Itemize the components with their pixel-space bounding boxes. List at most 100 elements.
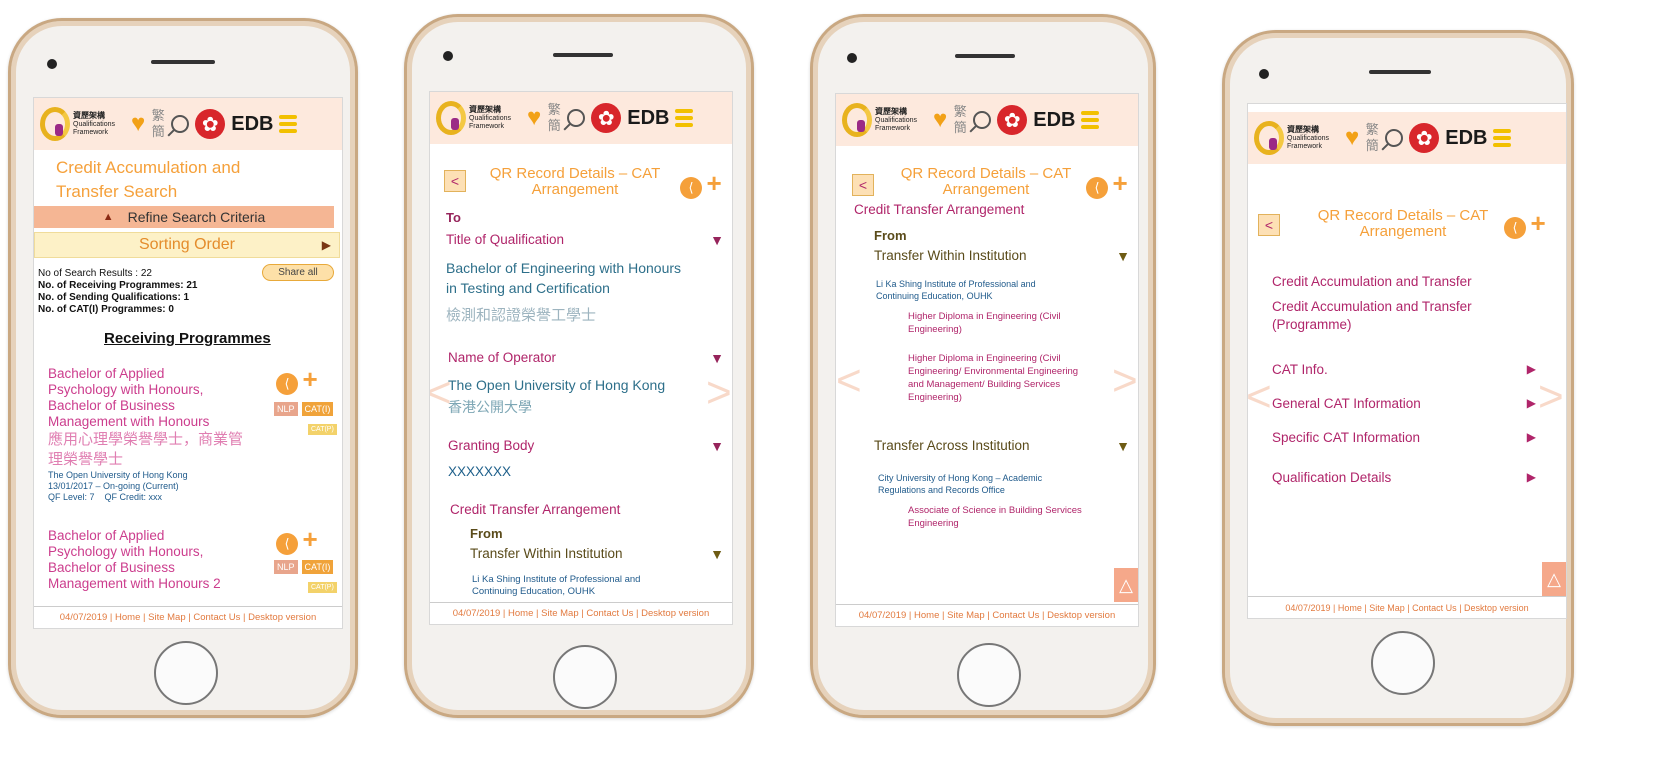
hamburger-menu-icon[interactable] bbox=[675, 109, 694, 127]
chevron-down-icon[interactable]: ▼ bbox=[710, 350, 724, 366]
app-header: 資歷架構 Qualifications Framework ♥ 繁簡 ✿ EDB bbox=[430, 92, 732, 144]
lang-trad-link[interactable]: 繁 bbox=[1366, 122, 1379, 137]
back-button[interactable]: < bbox=[444, 170, 466, 192]
footer-desktop-link[interactable]: Desktop version bbox=[641, 608, 709, 619]
next-arrow-icon[interactable]: > bbox=[1538, 372, 1564, 422]
search-icon[interactable] bbox=[973, 111, 992, 129]
stat-results: No of Search Results : 22 bbox=[38, 268, 152, 279]
share-icon[interactable]: ⟨ bbox=[1086, 177, 1108, 199]
transfer-within-label: Transfer Within Institution bbox=[470, 546, 623, 561]
prev-arrow-icon[interactable]: < bbox=[1248, 372, 1272, 422]
footer-contact-link[interactable]: Contact Us bbox=[1412, 603, 1457, 613]
menu-item-cat-info[interactable]: CAT Info. ▶ bbox=[1272, 362, 1536, 377]
prev-arrow-icon[interactable]: < bbox=[836, 356, 862, 406]
back-button[interactable]: < bbox=[1258, 214, 1280, 236]
share-icon[interactable]: ⟨ bbox=[1504, 217, 1526, 239]
result-item-1[interactable]: Bachelor of Applied Psychology with Hono… bbox=[48, 366, 278, 503]
edb-label[interactable]: EDB bbox=[231, 113, 273, 136]
home-button[interactable] bbox=[154, 641, 218, 705]
footer-home-link[interactable]: Home bbox=[914, 610, 939, 621]
qf-logo[interactable]: 資歷架構 Qualifications Framework bbox=[1254, 121, 1339, 155]
search-icon[interactable] bbox=[567, 109, 586, 127]
home-button[interactable] bbox=[553, 645, 617, 709]
favourite-heart-icon[interactable]: ♥ bbox=[933, 108, 947, 132]
qf-logo[interactable]: 資歷架構 Qualifications Framework bbox=[40, 107, 125, 141]
hamburger-menu-icon[interactable] bbox=[1493, 129, 1512, 147]
chevron-down-icon[interactable]: ▼ bbox=[710, 438, 724, 454]
tag-nlp: NLP bbox=[274, 560, 298, 574]
add-favourite-icon[interactable]: + bbox=[706, 168, 721, 198]
add-favourite-icon[interactable]: + bbox=[302, 524, 317, 554]
edb-label[interactable]: EDB bbox=[1033, 109, 1075, 132]
footer-desktop-link[interactable]: Desktop version bbox=[1047, 610, 1115, 621]
chevron-down-icon[interactable]: ▼ bbox=[710, 232, 724, 248]
back-button[interactable]: < bbox=[852, 174, 874, 196]
lang-simp-link[interactable]: 簡 bbox=[954, 120, 967, 135]
lang-trad-link[interactable]: 繁 bbox=[954, 104, 967, 119]
home-button[interactable] bbox=[1371, 631, 1435, 695]
qf-logo[interactable]: 資歷架構 Qualifications Framework bbox=[436, 101, 521, 135]
result-qf-credit: QF Credit: xxx bbox=[104, 492, 163, 502]
search-icon[interactable] bbox=[1385, 129, 1404, 147]
lang-simp-link[interactable]: 簡 bbox=[548, 118, 561, 133]
footer-desktop-link[interactable]: Desktop version bbox=[1464, 603, 1529, 613]
next-arrow-icon[interactable]: > bbox=[1112, 356, 1138, 406]
chevron-down-icon[interactable]: ▼ bbox=[1116, 248, 1130, 264]
lang-simp-link[interactable]: 簡 bbox=[1366, 138, 1379, 153]
result-title-line: Bachelor of Applied bbox=[48, 528, 165, 543]
edb-label[interactable]: EDB bbox=[1445, 127, 1487, 150]
phone-frame-3: 資歷架構 Qualifications Framework ♥ 繁簡 ✿ EDB … bbox=[810, 14, 1156, 718]
footer-desktop-link[interactable]: Desktop version bbox=[248, 612, 316, 623]
next-arrow-icon[interactable]: > bbox=[706, 368, 732, 418]
footer-contact-link[interactable]: Contact Us bbox=[586, 608, 633, 619]
scroll-to-top-button[interactable]: △ bbox=[1542, 562, 1566, 596]
footer-sitemap-link[interactable]: Site Map bbox=[1369, 603, 1405, 613]
share-icon[interactable]: ⟨ bbox=[680, 177, 702, 199]
add-favourite-icon[interactable]: + bbox=[1112, 168, 1127, 198]
sorting-order-bar[interactable]: Sorting Order ▶ bbox=[34, 232, 340, 258]
chevron-down-icon[interactable]: ▼ bbox=[1116, 438, 1130, 454]
app-header: 資歷架構 Qualifications Framework ♥ 繁簡 ✿ EDB bbox=[34, 98, 342, 150]
home-button[interactable] bbox=[957, 643, 1021, 707]
footer-home-link[interactable]: Home bbox=[508, 608, 533, 619]
menu-item-general-cat[interactable]: General CAT Information ▶ bbox=[1272, 396, 1536, 411]
footer-sitemap-link[interactable]: Site Map bbox=[541, 608, 579, 619]
footer-contact-link[interactable]: Contact Us bbox=[992, 610, 1039, 621]
footer-home-link[interactable]: Home bbox=[115, 612, 140, 623]
chevron-down-icon[interactable]: ▼ bbox=[710, 546, 724, 562]
result-period: 13/01/2017 – On-going (Current) bbox=[48, 481, 179, 491]
footer-sitemap-link[interactable]: Site Map bbox=[148, 612, 186, 623]
share-icon[interactable]: ⟨ bbox=[276, 533, 298, 555]
favourite-heart-icon[interactable]: ♥ bbox=[1345, 126, 1359, 150]
footer-home-link[interactable]: Home bbox=[1338, 603, 1362, 613]
footer-sitemap-link[interactable]: Site Map bbox=[947, 610, 985, 621]
programme-link-2[interactable]: Higher Diploma in Engineering (Civil Eng… bbox=[908, 352, 1078, 404]
hamburger-menu-icon[interactable] bbox=[1081, 111, 1100, 129]
scroll-to-top-button[interactable]: △ bbox=[1114, 568, 1138, 602]
refine-search-bar[interactable]: ▲ Refine Search Criteria bbox=[34, 206, 334, 228]
hamburger-menu-icon[interactable] bbox=[279, 115, 298, 133]
lang-trad-link[interactable]: 繁 bbox=[152, 108, 165, 123]
result-title-line: Psychology with Honours, bbox=[48, 544, 204, 559]
logo-text-en: Qualifications Framework bbox=[1287, 134, 1330, 150]
result-item-2[interactable]: Bachelor of Applied Psychology with Hono… bbox=[48, 528, 278, 592]
add-favourite-icon[interactable]: + bbox=[1530, 208, 1545, 238]
prev-arrow-icon[interactable]: < bbox=[430, 368, 452, 418]
refine-label: Refine Search Criteria bbox=[127, 209, 266, 225]
search-icon[interactable] bbox=[171, 115, 190, 133]
programme-link-3[interactable]: Associate of Science in Building Service… bbox=[908, 504, 1082, 530]
favourite-heart-icon[interactable]: ♥ bbox=[527, 106, 541, 130]
footer-contact-link[interactable]: Contact Us bbox=[193, 612, 240, 623]
lang-simp-link[interactable]: 簡 bbox=[152, 124, 165, 139]
menu-item-specific-cat[interactable]: Specific CAT Information ▶ bbox=[1272, 430, 1536, 445]
share-icon[interactable]: ⟨ bbox=[276, 373, 298, 395]
add-favourite-icon[interactable]: + bbox=[302, 364, 317, 394]
footer-date: 04/07/2019 bbox=[1285, 602, 1331, 613]
share-all-button[interactable]: Share all bbox=[262, 264, 334, 281]
qf-logo[interactable]: 資歷架構 Qualifications Framework bbox=[842, 103, 927, 137]
programme-link-1[interactable]: Higher Diploma in Engineering (Civil Eng… bbox=[908, 310, 1061, 336]
lang-trad-link[interactable]: 繁 bbox=[548, 102, 561, 117]
edb-label[interactable]: EDB bbox=[627, 107, 669, 130]
favourite-heart-icon[interactable]: ♥ bbox=[131, 112, 145, 136]
menu-item-qualification-details[interactable]: Qualification Details ▶ bbox=[1272, 470, 1536, 485]
